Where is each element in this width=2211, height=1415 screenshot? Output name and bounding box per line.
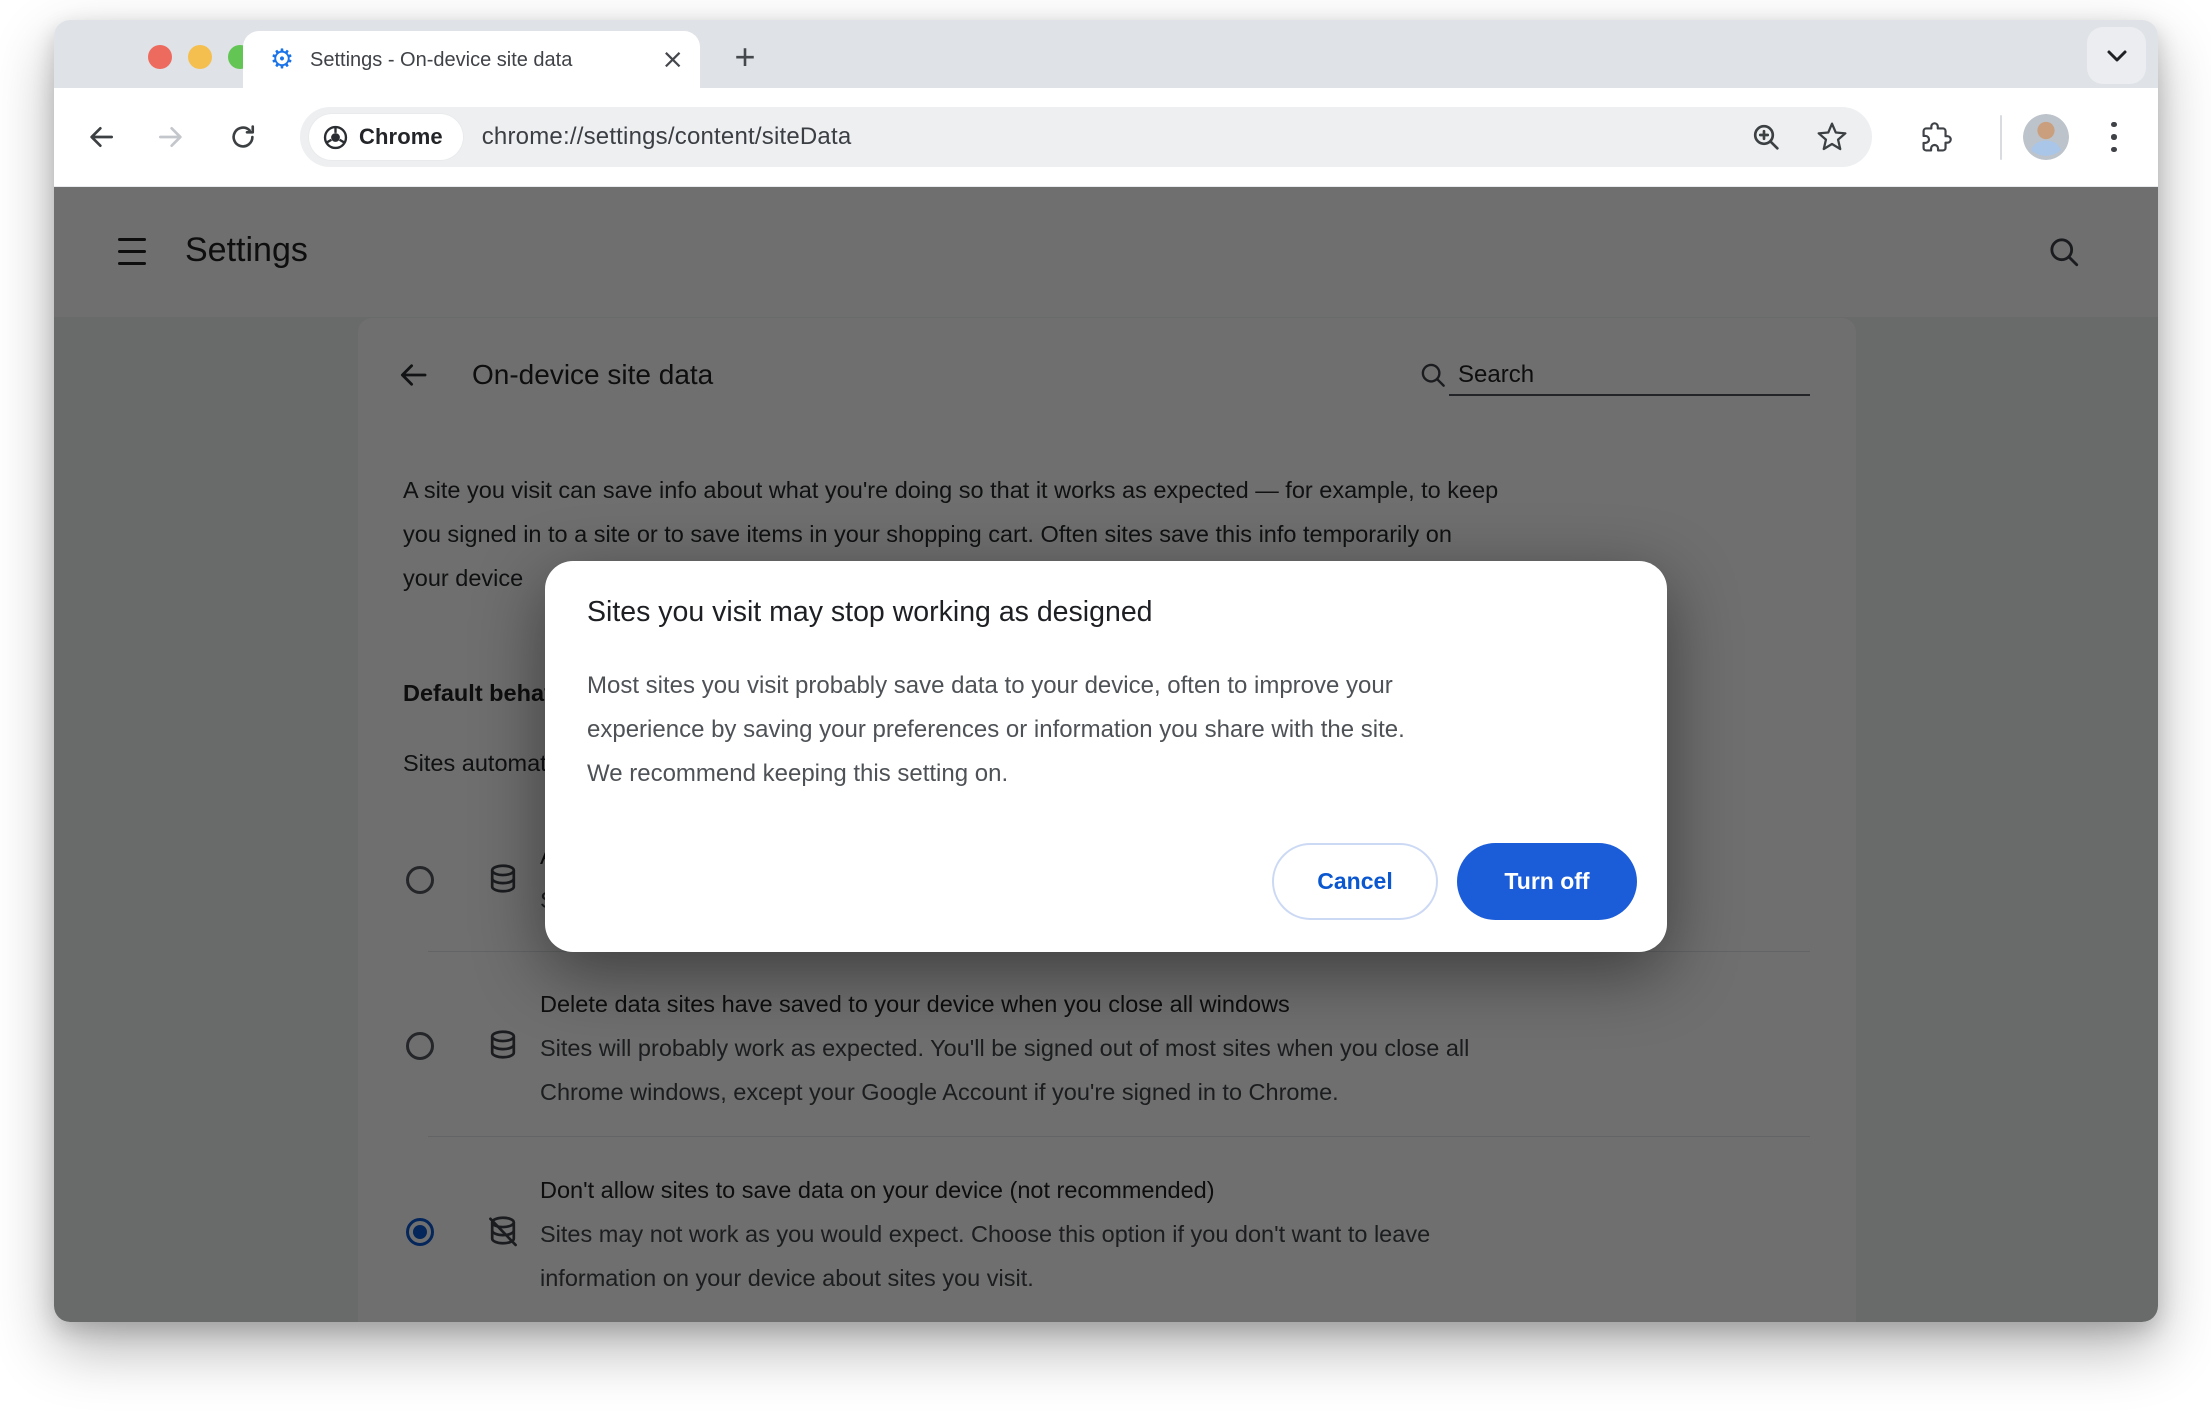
new-tab-button[interactable]: + <box>720 32 770 82</box>
window-minimize-button[interactable] <box>188 45 212 69</box>
active-tab[interactable]: ⚙ Settings - On-device site data × <box>243 31 700 88</box>
extensions-puzzle-icon <box>1921 121 1952 152</box>
forward-arrow-icon <box>159 127 182 147</box>
chevron-down-icon <box>2107 50 2126 61</box>
tab-close-icon[interactable]: × <box>661 46 684 73</box>
browser-window: ⚙ Settings - On-device site data × + Chr… <box>54 20 2158 1322</box>
cancel-button[interactable]: Cancel <box>1272 843 1438 920</box>
browser-menu-button[interactable] <box>2100 88 2128 186</box>
extensions-button[interactable] <box>1912 88 1960 186</box>
chrome-logo-icon <box>323 125 348 149</box>
forward-button <box>147 88 195 186</box>
settings-gear-favicon-icon: ⚙ <box>269 43 295 75</box>
reload-icon <box>232 125 255 148</box>
confirmation-dialog: Sites you visit may stop working as desi… <box>545 561 1667 952</box>
dialog-title: Sites you visit may stop working as desi… <box>587 596 1153 628</box>
browser-toolbar: Chrome chrome://settings/content/siteDat… <box>54 88 2158 187</box>
turn-off-button[interactable]: Turn off <box>1457 843 1637 920</box>
reload-button[interactable] <box>219 88 267 186</box>
tab-search-button[interactable] <box>2087 27 2146 84</box>
dialog-body: Most sites you visit probably save data … <box>587 672 1405 787</box>
site-info-chip[interactable]: Chrome <box>309 114 463 160</box>
bookmark-star-icon[interactable] <box>1816 121 1848 153</box>
zoom-icon[interactable] <box>1750 121 1782 153</box>
window-close-button[interactable] <box>148 45 172 69</box>
profile-avatar[interactable] <box>2023 114 2069 160</box>
back-arrow-icon <box>90 127 113 147</box>
address-bar[interactable]: Chrome chrome://settings/content/siteDat… <box>300 107 1872 167</box>
tab-strip: ⚙ Settings - On-device site data × + <box>54 20 2158 88</box>
url-text[interactable]: chrome://settings/content/siteData <box>482 123 852 151</box>
tab-title: Settings - On-device site data <box>310 48 573 71</box>
toolbar-separator <box>2000 115 2002 160</box>
back-button[interactable] <box>77 88 125 186</box>
site-chip-label: Chrome <box>359 124 443 149</box>
